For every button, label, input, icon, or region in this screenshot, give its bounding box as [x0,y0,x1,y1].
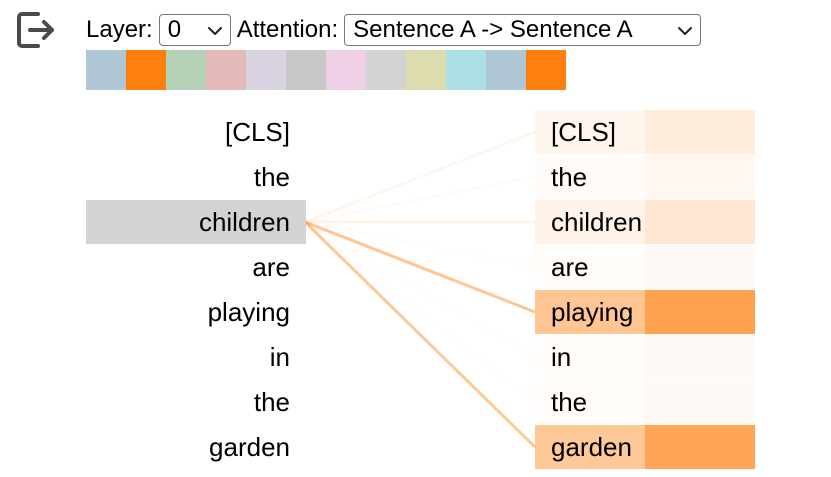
chevron-down-icon [207,27,222,35]
attention-line [303,220,537,449]
controls-bar: Layer: 0 Attention: Sentence A -> Senten… [86,12,702,48]
left-token[interactable]: the [86,380,306,424]
head-swatch-3[interactable] [206,50,246,90]
attention-weight-box [645,245,755,289]
attention-weight-box [645,425,755,469]
left-token[interactable]: garden [86,425,306,469]
layer-label: Layer: [86,16,153,43]
attention-select[interactable]: Sentence A -> Sentence A [344,14,702,46]
attention-weight-box [645,155,755,199]
head-swatch-10[interactable] [486,50,526,90]
head-swatch-8[interactable] [406,50,446,90]
head-swatch-5[interactable] [286,50,326,90]
head-swatch-7[interactable] [366,50,406,90]
left-token[interactable]: [CLS] [86,110,306,154]
left-token[interactable]: playing [86,290,306,334]
left-token[interactable]: children [86,200,306,244]
exit-icon[interactable] [14,10,58,50]
attention-weight-box [645,380,755,424]
attention-weight-box [645,200,755,244]
attention-weight-box [645,335,755,379]
attention-select-value: Sentence A -> Sentence A [353,16,633,43]
head-swatch-1[interactable] [126,50,166,90]
left-token[interactable]: in [86,335,306,379]
head-swatch-4[interactable] [246,50,286,90]
head-swatch-11[interactable] [526,50,566,90]
left-token[interactable]: are [86,245,306,289]
left-token[interactable]: the [86,155,306,199]
attention-line [304,220,536,314]
layer-select[interactable]: 0 [158,14,231,46]
attention-label: Attention: [236,16,339,43]
attention-weight-box [645,290,755,334]
attention-line [305,222,535,357]
attention-line [304,130,536,224]
head-swatch-0[interactable] [86,50,126,90]
head-swatch-2[interactable] [166,50,206,90]
attention-line [305,177,535,222]
attention-line [305,222,535,402]
head-swatch-6[interactable] [326,50,366,90]
head-swatch-9[interactable] [446,50,486,90]
attention-weight-box [645,110,755,154]
attention-line [305,222,535,267]
chevron-down-icon [678,27,693,35]
attention-head-swatches [86,50,566,90]
layer-select-value: 0 [167,16,182,43]
